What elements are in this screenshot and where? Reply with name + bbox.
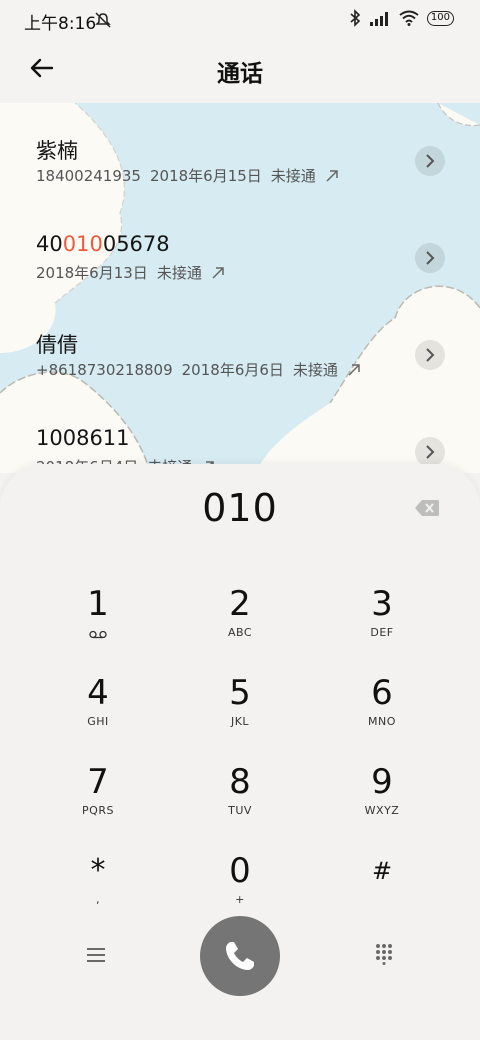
call-log-row[interactable]: 1008611 2018年6月4日 未接通 <box>0 394 480 473</box>
dialpad-icon <box>376 944 392 965</box>
key-digit: 2 <box>229 584 251 624</box>
key-digit: 7 <box>87 762 109 802</box>
key-hash[interactable]: # <box>322 841 442 923</box>
call-details: +8618730218809 2018年6月6日 未接通 <box>36 359 361 380</box>
voicemail-icon <box>89 630 107 639</box>
key-7[interactable]: 7 PQRS <box>38 752 158 834</box>
key-digit: 3 <box>371 584 393 624</box>
outgoing-call-icon <box>212 266 224 279</box>
call-detail-button[interactable] <box>415 146 445 176</box>
backspace-icon <box>415 500 439 516</box>
call-log-row[interactable]: 紫楠 18400241935 2018年6月15日 未接通 <box>0 103 480 199</box>
call-log-list[interactable]: 紫楠 18400241935 2018年6月15日 未接通 4001005678… <box>0 103 480 473</box>
battery-indicator: 100 <box>426 10 454 26</box>
keypad-toggle-button[interactable] <box>374 943 394 965</box>
outgoing-call-icon <box>326 169 338 182</box>
key-5[interactable]: 5 JKL <box>180 663 300 745</box>
key-digit: 8 <box>229 762 251 802</box>
mute-notification-icon <box>94 11 112 33</box>
key-letters: ABC <box>227 626 253 639</box>
chevron-right-icon <box>426 154 435 168</box>
dialpad-panel: 010 1 2 ABC 3 DEF 4 GHI 5 JKL 6 MNO 7 PQ… <box>0 464 480 1040</box>
bluetooth-icon <box>349 9 361 27</box>
contact-name: 1008611 <box>36 426 130 450</box>
outgoing-call-icon <box>348 363 360 376</box>
key-digit: 0 <box>229 851 251 891</box>
key-1[interactable]: 1 <box>38 574 158 656</box>
number-prefix: 40 <box>36 232 63 256</box>
key-digit: 1 <box>87 584 109 624</box>
key-letters: , <box>96 893 100 906</box>
chevron-right-icon <box>426 445 435 459</box>
chevron-right-icon <box>426 251 435 265</box>
key-letters: PQRS <box>82 804 114 817</box>
key-3[interactable]: 3 DEF <box>322 574 442 656</box>
key-digit: 9 <box>371 762 393 802</box>
header: 通话 <box>0 40 480 102</box>
menu-button[interactable] <box>84 944 108 966</box>
call-log-row[interactable]: 4001005678 2018年6月13日 未接通 <box>0 200 480 296</box>
status-bar: 上午8:16 100 <box>0 0 480 40</box>
menu-icon <box>87 948 105 962</box>
key-letters: WXYZ <box>364 804 400 817</box>
call-button[interactable] <box>200 916 280 996</box>
signal-icon <box>369 10 391 26</box>
match-highlight: 010 <box>62 232 103 256</box>
key-digit: 6 <box>371 673 393 713</box>
key-letters: MNO <box>368 715 396 728</box>
key-2[interactable]: 2 ABC <box>180 574 300 656</box>
phone-number: +8618730218809 <box>36 360 173 379</box>
status-icons: 100 <box>349 9 454 27</box>
backspace-button[interactable] <box>414 499 440 517</box>
key-4[interactable]: 4 GHI <box>38 663 158 745</box>
call-log-row[interactable]: 倩倩 +8618730218809 2018年6月6日 未接通 <box>0 297 480 393</box>
key-letters: GHI <box>87 715 109 728</box>
key-star[interactable]: * , <box>38 841 158 923</box>
wifi-icon <box>399 10 419 26</box>
key-letters: DEF <box>370 626 394 639</box>
phone-number: 18400241935 <box>36 166 141 185</box>
contact-name: 紫楠 <box>36 139 78 163</box>
call-date: 2018年6月6日 <box>181 361 284 379</box>
key-digit: 5 <box>229 673 251 713</box>
key-8[interactable]: 8 TUV <box>180 752 300 834</box>
call-detail-button[interactable] <box>415 437 445 467</box>
call-status: 未接通 <box>292 361 338 379</box>
key-letters: + <box>235 893 245 906</box>
key-digit: 4 <box>87 673 109 713</box>
key-letters: TUV <box>228 804 252 817</box>
contact-name: 4001005678 <box>36 232 170 256</box>
dialed-number: 010 <box>202 486 278 530</box>
call-details: 2018年6月13日 未接通 <box>36 262 225 283</box>
key-6[interactable]: 6 MNO <box>322 663 442 745</box>
key-digit: * <box>90 853 106 888</box>
key-digit: # <box>371 857 393 885</box>
status-time: 上午8:16 <box>24 14 97 34</box>
key-letters: JKL <box>230 715 250 728</box>
contact-name: 倩倩 <box>36 333 78 357</box>
call-status: 未接通 <box>270 167 316 185</box>
call-date: 2018年6月13日 <box>36 264 148 282</box>
phone-icon <box>226 942 254 970</box>
call-detail-button[interactable] <box>415 243 445 273</box>
key-9[interactable]: 9 WXYZ <box>322 752 442 834</box>
page-title: 通话 <box>217 61 263 87</box>
chevron-right-icon <box>426 348 435 362</box>
call-detail-button[interactable] <box>415 340 445 370</box>
number-suffix: 05678 <box>102 232 170 256</box>
key-0[interactable]: 0 + <box>180 841 300 923</box>
call-date: 2018年6月15日 <box>149 167 262 185</box>
call-details: 18400241935 2018年6月15日 未接通 <box>36 165 339 186</box>
call-status: 未接通 <box>156 264 202 282</box>
